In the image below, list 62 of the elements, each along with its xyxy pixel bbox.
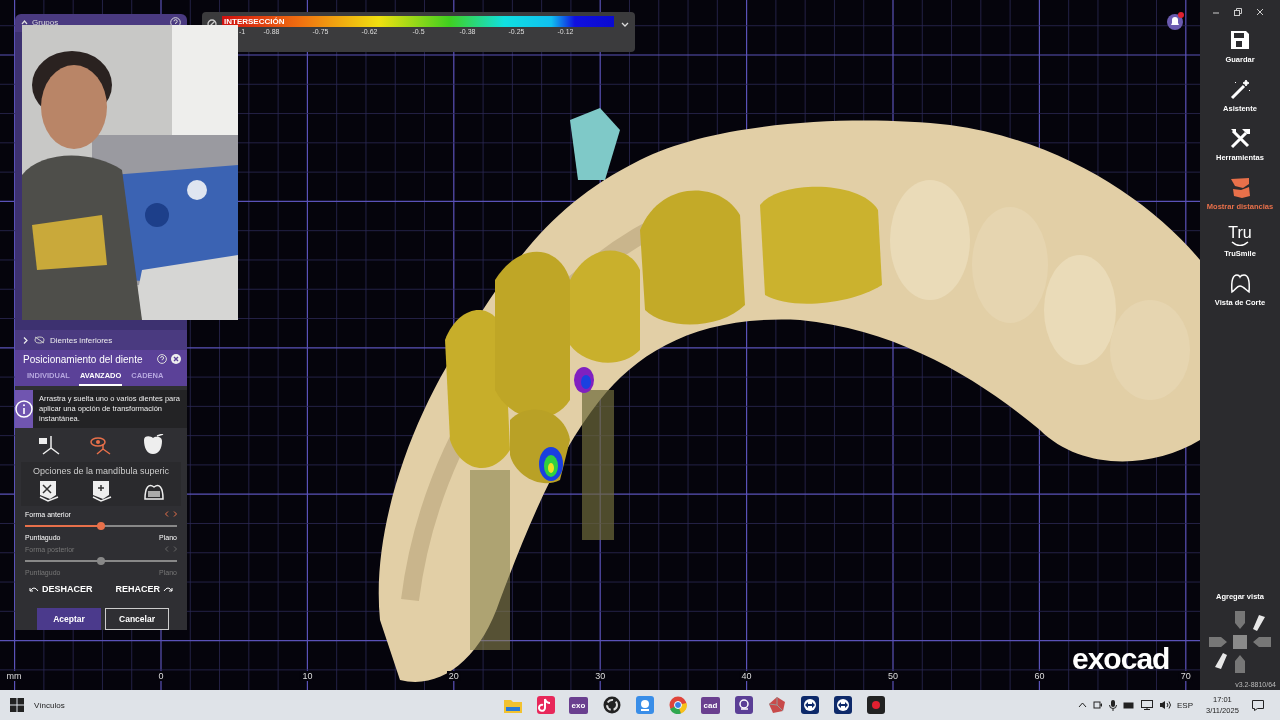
- group-row[interactable]: Dientes inferiores: [15, 330, 187, 350]
- panel-title: Posicionamiento del diente: [23, 354, 144, 365]
- group-label: Dientes inferiores: [50, 335, 113, 345]
- speaker-icon[interactable]: [1159, 700, 1171, 710]
- microphone-icon[interactable]: [1109, 699, 1117, 711]
- undo-icon: [29, 586, 39, 592]
- axis-label: 60: [1032, 671, 1047, 681]
- language-indicator[interactable]: ESP: [1177, 700, 1193, 710]
- double-arrow-icon[interactable]: [800, 696, 819, 714]
- record-icon[interactable]: [866, 696, 885, 714]
- cancel-button[interactable]: Cancelar: [105, 608, 169, 630]
- close-icon[interactable]: [171, 354, 181, 365]
- chevron-right-icon[interactable]: [23, 336, 29, 344]
- undo-button[interactable]: DESHACER: [27, 582, 95, 596]
- scale-title: INTERSECCIÓN: [223, 17, 285, 26]
- help-icon[interactable]: [157, 354, 167, 365]
- redo-button[interactable]: REHACER: [113, 582, 175, 596]
- aperture-icon[interactable]: [602, 696, 621, 714]
- hammer-wrench-icon: [1228, 127, 1252, 150]
- magic-wand-icon: [1228, 78, 1252, 101]
- magnifier-icon[interactable]: [734, 696, 753, 714]
- info-icon: [15, 400, 33, 418]
- axis-label: mm: [4, 671, 24, 681]
- axis-label: 0: [156, 671, 166, 681]
- redo-icon: [163, 586, 173, 592]
- polyhedron-icon[interactable]: [767, 696, 786, 714]
- move-mode-icon[interactable]: [37, 434, 61, 456]
- close-icon[interactable]: [1256, 8, 1264, 16]
- app-icon[interactable]: exo: [569, 696, 588, 714]
- eye-slash-icon[interactable]: [34, 336, 45, 345]
- panel-title: Grupos: [32, 18, 60, 28]
- axis-label: 10: [300, 671, 315, 681]
- folder-icon[interactable]: [503, 697, 522, 713]
- restore-icon[interactable]: [1234, 8, 1242, 16]
- chevron-down-icon[interactable]: [621, 22, 629, 28]
- axis-label: 40: [739, 671, 754, 681]
- axis-label: 20: [446, 671, 461, 681]
- camera-icon[interactable]: [1093, 700, 1103, 710]
- view-cube-icon[interactable]: [1207, 609, 1273, 675]
- view-mode-icon[interactable]: [89, 434, 113, 456]
- chevron-up-icon[interactable]: [1078, 702, 1087, 708]
- double-arrow-icon[interactable]: [833, 696, 852, 714]
- webcam-icon[interactable]: [635, 696, 654, 714]
- tooth-distance-icon: [1228, 176, 1252, 199]
- section-title: Opciones de la mandíbula superic: [31, 466, 171, 476]
- jaw-plus-icon[interactable]: [90, 479, 112, 502]
- tooth-mode-icon[interactable]: [141, 434, 165, 456]
- axis-label: 70: [1178, 671, 1193, 681]
- accept-button[interactable]: Aceptar: [37, 608, 101, 630]
- app-icon[interactable]: cad: [701, 696, 720, 714]
- windows-start-icon[interactable]: [10, 698, 24, 712]
- axis-label: 50: [886, 671, 900, 681]
- browser-icon[interactable]: [668, 696, 687, 714]
- bell-icon[interactable]: [1166, 12, 1184, 30]
- slider-thumb[interactable]: [97, 522, 105, 530]
- save-icon: [1228, 29, 1252, 52]
- music-note-icon[interactable]: [536, 696, 555, 714]
- tooth-outline-icon: [1228, 272, 1252, 295]
- logo: exocad: [1072, 642, 1170, 676]
- taskbar-links-label[interactable]: Vínculos: [34, 700, 65, 710]
- notification-icon[interactable]: [1252, 699, 1264, 711]
- axis-label: 30: [593, 671, 608, 681]
